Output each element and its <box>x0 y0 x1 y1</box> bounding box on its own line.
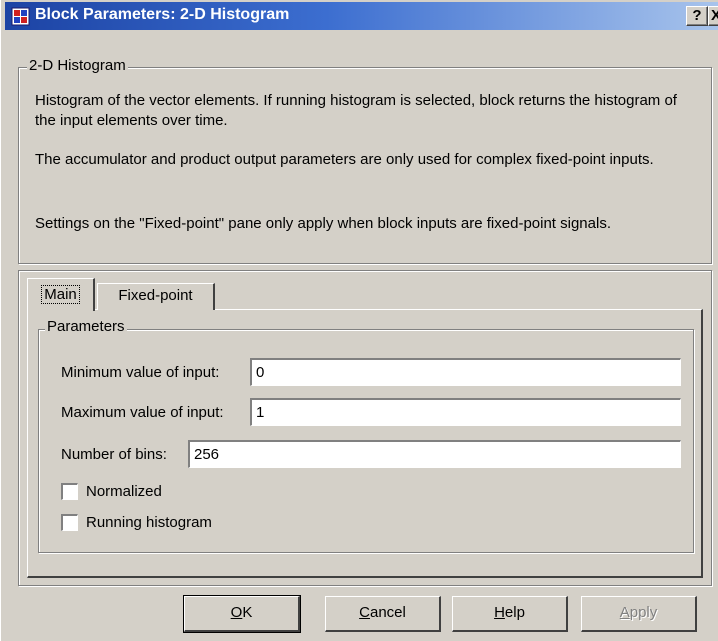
window-title: Block Parameters: 2-D Histogram <box>35 6 290 23</box>
tab-fixed-point-label: Fixed-point <box>118 287 193 304</box>
num-bins-field[interactable]: 256 <box>188 440 681 468</box>
question-mark-icon: ? <box>692 7 702 24</box>
apply-button-mnemonic: A <box>619 604 630 621</box>
title-bar[interactable]: Block Parameters: 2-D Histogram ? X <box>5 2 718 30</box>
min-input-label: Minimum value of input: <box>61 364 220 381</box>
max-input-field[interactable]: 1 <box>250 398 681 426</box>
cancel-button-label-rest: ancel <box>369 604 406 621</box>
max-input-label: Maximum value of input: <box>61 404 224 421</box>
apply-button[interactable]: Apply <box>581 596 697 632</box>
min-input-field[interactable]: 0 <box>250 358 681 386</box>
num-bins-label: Number of bins: <box>61 446 167 463</box>
close-title-button[interactable]: X <box>708 6 718 26</box>
ok-button[interactable]: OK <box>183 595 301 633</box>
close-icon: X <box>711 7 718 24</box>
running-histogram-label[interactable]: Running histogram <box>86 514 212 531</box>
parameters-group-title: Parameters <box>45 318 127 335</box>
description-paragraph-1: Histogram of the vector elements. If run… <box>35 92 677 129</box>
cancel-button-mnemonic: C <box>359 604 370 621</box>
help-button-label-rest: elp <box>504 604 525 621</box>
normalized-checkbox[interactable] <box>61 483 78 500</box>
ok-button-label-rest: K <box>242 604 253 621</box>
description-paragraph-3: Settings on the "Fixed-point" pane only … <box>35 215 611 232</box>
running-histogram-checkbox[interactable] <box>61 514 78 531</box>
tab-main[interactable]: Main <box>27 278 95 311</box>
tab-fixed-point[interactable]: Fixed-point <box>97 283 215 310</box>
description-group-title: 2-D Histogram <box>27 57 128 74</box>
description-paragraph-2: The accumulator and product output param… <box>35 151 654 168</box>
tab-main-label: Main <box>41 285 80 304</box>
apply-button-label-rest: pply <box>629 604 658 621</box>
simulink-block-icon <box>11 7 30 26</box>
help-button[interactable]: Help <box>452 596 568 632</box>
cancel-button[interactable]: Cancel <box>325 596 441 632</box>
help-title-button[interactable]: ? <box>686 6 708 26</box>
block-parameters-dialog: Block Parameters: 2-D Histogram ? X 2-D … <box>0 0 718 641</box>
ok-button-mnemonic: O <box>230 604 243 621</box>
normalized-label[interactable]: Normalized <box>86 483 162 500</box>
help-button-mnemonic: H <box>494 604 505 621</box>
